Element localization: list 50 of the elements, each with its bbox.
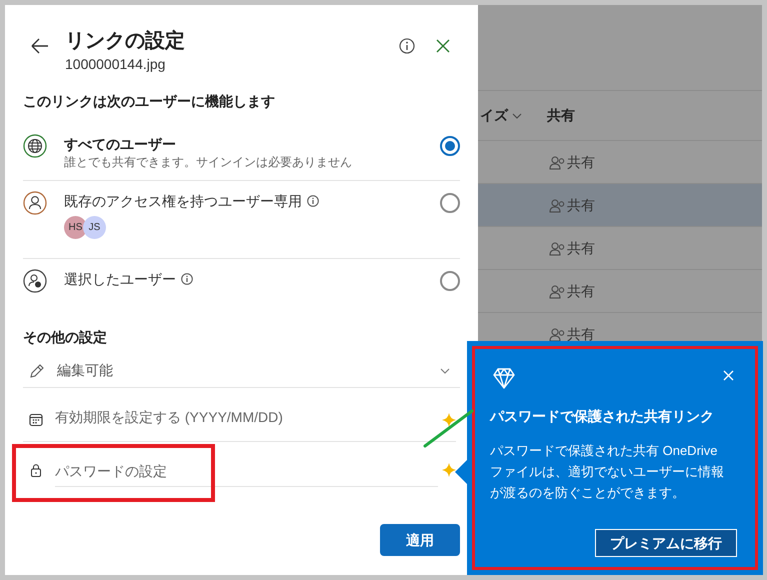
info-icon[interactable] bbox=[399, 38, 415, 54]
option-label: 既存のアクセス権を持つユーザー専用 bbox=[64, 192, 302, 211]
column-header[interactable]: 共有 bbox=[547, 105, 575, 126]
sparkle-icon bbox=[442, 412, 456, 426]
pencil-icon bbox=[29, 362, 45, 378]
radio-button[interactable] bbox=[440, 136, 460, 156]
chevron-down-icon bbox=[440, 368, 450, 374]
apply-button[interactable]: 適用 bbox=[380, 524, 460, 556]
avatar: JS bbox=[83, 216, 106, 239]
people-icon bbox=[549, 198, 565, 212]
globe-icon bbox=[23, 134, 47, 158]
people-icon bbox=[549, 284, 565, 298]
chevron-down-icon bbox=[512, 112, 522, 118]
popover-description: パスワードで保護された共有 OneDrive ファイルは、適切でないユーザーに情報が渡るのを防ぐことができます。 bbox=[490, 442, 725, 502]
info-icon[interactable] bbox=[307, 195, 319, 207]
upgrade-button[interactable]: プレミアムに移行 bbox=[595, 529, 737, 557]
file-row[interactable]: 共有 bbox=[478, 184, 762, 227]
sharing-status: 共有 bbox=[567, 196, 595, 214]
close-icon[interactable] bbox=[436, 39, 450, 53]
calendar-icon bbox=[29, 412, 43, 426]
option-description: 誰とでも共有できます。サインインは必要ありません bbox=[64, 154, 352, 170]
section-heading: その他の設定 bbox=[23, 328, 107, 347]
permission-dropdown[interactable]: 編集可能 bbox=[23, 354, 460, 388]
lock-icon bbox=[29, 463, 43, 477]
password-field[interactable]: パスワードの設定 bbox=[55, 455, 438, 487]
option-label: すべてのユーザー bbox=[64, 135, 176, 154]
column-header[interactable]: イズ bbox=[480, 105, 508, 126]
dialog-title: リンクの設定 bbox=[65, 28, 185, 54]
radio-button[interactable] bbox=[440, 193, 460, 213]
people-icon bbox=[549, 154, 565, 170]
people-icon bbox=[549, 326, 565, 342]
person-icon bbox=[23, 191, 47, 215]
people-icon bbox=[23, 269, 47, 293]
section-heading: このリンクは次のユーザーに機能します bbox=[23, 92, 275, 111]
annotation-line bbox=[422, 408, 475, 449]
option-label: 選択したユーザー bbox=[64, 270, 176, 289]
popover-title: パスワードで保護された共有リンク bbox=[490, 407, 714, 426]
sparkle-icon bbox=[442, 463, 456, 477]
avatar: HS bbox=[64, 216, 87, 239]
diamond-icon bbox=[492, 367, 516, 390]
people-icon bbox=[549, 240, 565, 256]
sharing-status: 共有 bbox=[567, 324, 595, 344]
sharing-status: 共有 bbox=[567, 152, 595, 172]
expiry-date-field[interactable]: 有効期限を設定する (YYYY/MM/DD) bbox=[55, 402, 438, 430]
sharing-status: 共有 bbox=[567, 238, 595, 258]
radio-button[interactable] bbox=[440, 271, 460, 291]
info-icon[interactable] bbox=[181, 273, 193, 285]
file-name: 1000000144.jpg bbox=[65, 55, 166, 73]
sharing-status: 共有 bbox=[567, 282, 595, 300]
back-arrow-icon[interactable] bbox=[30, 37, 49, 55]
